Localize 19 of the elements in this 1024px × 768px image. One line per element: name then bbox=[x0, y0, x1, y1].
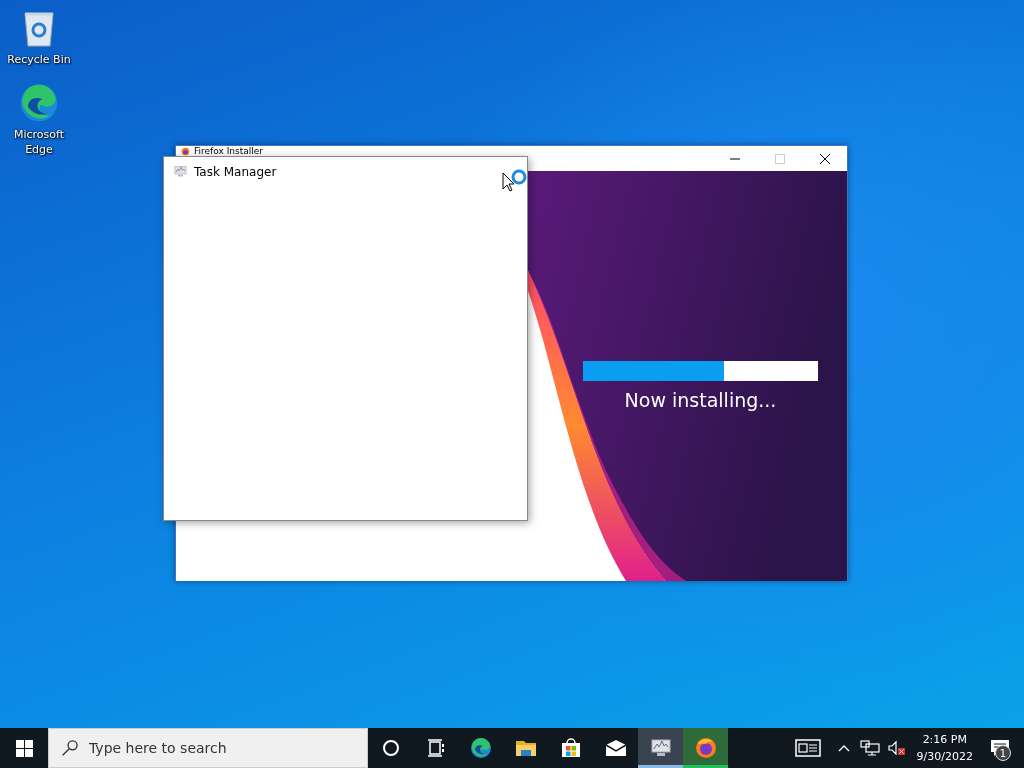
app-icon bbox=[181, 146, 190, 156]
clock-date[interactable]: 9/30/2022 bbox=[916, 748, 973, 765]
network-icon[interactable] bbox=[857, 740, 882, 756]
window-title: Task Manager bbox=[194, 164, 277, 179]
status-text: Now installing... bbox=[624, 389, 777, 411]
edge-icon[interactable] bbox=[468, 736, 493, 760]
close-icon[interactable] bbox=[819, 153, 830, 164]
icon-label[interactable]: Microsoft Edge bbox=[5, 127, 73, 157]
window-title: Firefox Installer bbox=[194, 146, 263, 156]
notification-count: 1 bbox=[995, 745, 1011, 761]
fox-globe-icon[interactable] bbox=[693, 736, 718, 760]
news-icon[interactable] bbox=[794, 739, 821, 757]
clock-time[interactable]: 2:16 PM bbox=[922, 731, 967, 748]
search-icon bbox=[60, 739, 78, 757]
icon-label[interactable]: Recycle Bin bbox=[5, 52, 73, 67]
search-field[interactable]: Type here to search bbox=[48, 728, 368, 768]
monitor-chart-icon bbox=[172, 164, 189, 179]
windows-logo-icon[interactable] bbox=[15, 739, 33, 757]
taskbar-app-button[interactable] bbox=[638, 728, 683, 768]
